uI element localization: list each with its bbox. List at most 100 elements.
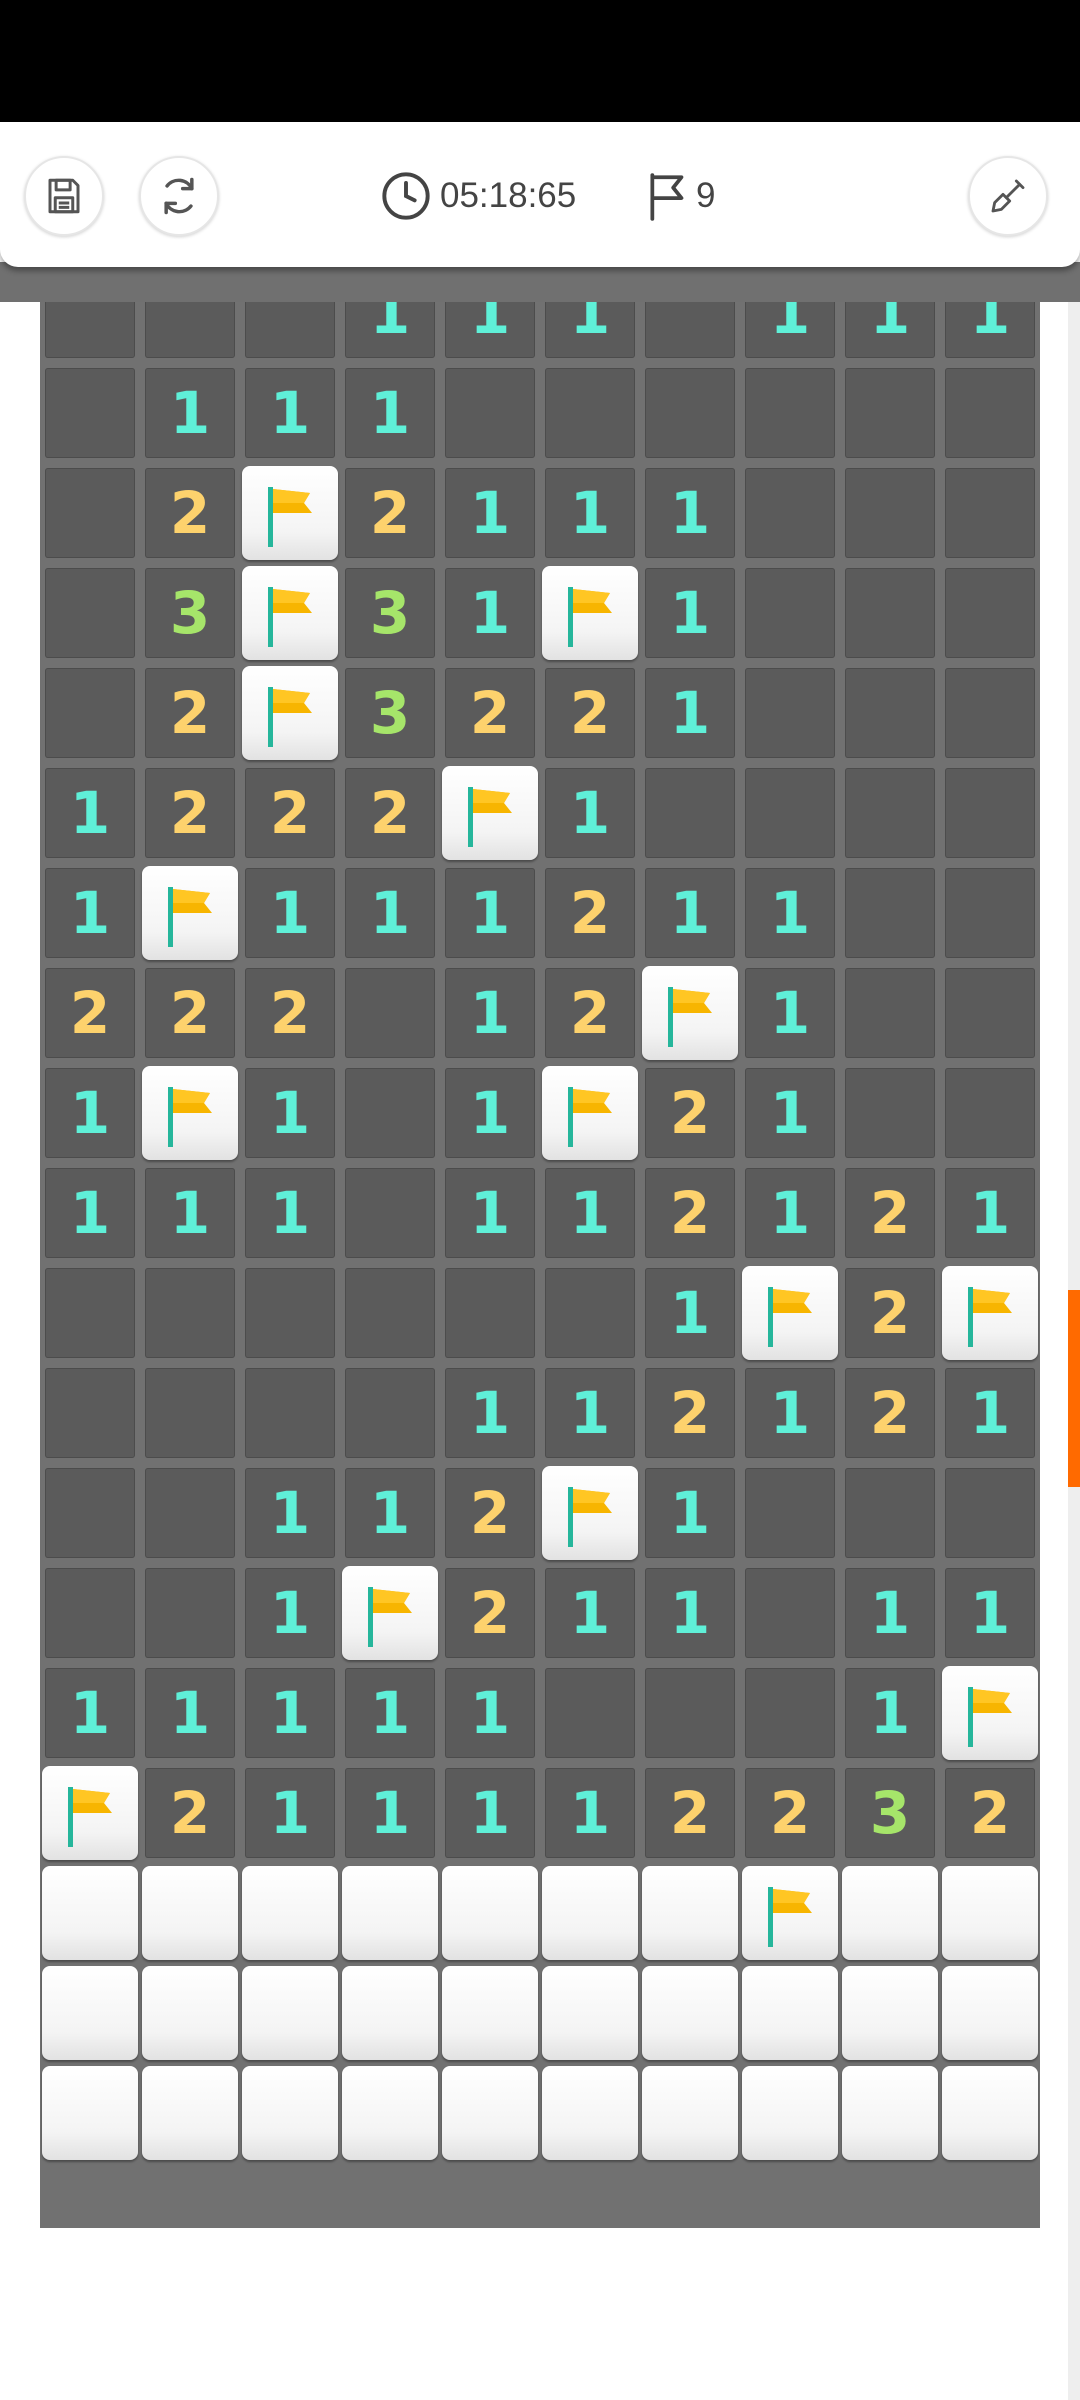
minesweeper-board[interactable]: 1113331111111111221113311232211222111112… xyxy=(40,233,1040,2228)
revealed-empty-cell[interactable] xyxy=(940,363,1040,463)
revealed-number-cell[interactable]: 1 xyxy=(340,363,440,463)
hidden-cell[interactable] xyxy=(240,2063,340,2163)
hidden-cell[interactable] xyxy=(840,2063,940,2163)
revealed-empty-cell[interactable] xyxy=(40,1263,140,1363)
revealed-number-cell[interactable]: 1 xyxy=(40,1163,140,1263)
revealed-number-cell[interactable]: 2 xyxy=(640,1063,740,1163)
revealed-empty-cell[interactable] xyxy=(940,1063,1040,1163)
revealed-number-cell[interactable]: 1 xyxy=(40,763,140,863)
hidden-cell[interactable] xyxy=(940,1963,1040,2063)
flagged-cell[interactable] xyxy=(940,1263,1040,1363)
revealed-number-cell[interactable]: 1 xyxy=(440,1063,540,1163)
hidden-cell[interactable] xyxy=(640,2063,740,2163)
dig-tool-button[interactable] xyxy=(968,156,1048,236)
revealed-number-cell[interactable]: 2 xyxy=(440,663,540,763)
revealed-number-cell[interactable]: 1 xyxy=(340,1763,440,1863)
flagged-cell[interactable] xyxy=(240,563,340,663)
revealed-number-cell[interactable]: 1 xyxy=(740,1363,840,1463)
hidden-cell[interactable] xyxy=(340,2063,440,2163)
revealed-empty-cell[interactable] xyxy=(740,763,840,863)
revealed-number-cell[interactable]: 1 xyxy=(740,863,840,963)
revealed-number-cell[interactable]: 2 xyxy=(440,1463,540,1563)
hidden-cell[interactable] xyxy=(940,1863,1040,1963)
flagged-cell[interactable] xyxy=(140,1063,240,1163)
revealed-empty-cell[interactable] xyxy=(840,563,940,663)
revealed-number-cell[interactable]: 1 xyxy=(940,1563,1040,1663)
revealed-empty-cell[interactable] xyxy=(940,663,1040,763)
revealed-number-cell[interactable]: 1 xyxy=(340,863,440,963)
revealed-number-cell[interactable]: 2 xyxy=(140,963,240,1063)
revealed-number-cell[interactable]: 2 xyxy=(840,1263,940,1363)
revealed-number-cell[interactable]: 1 xyxy=(440,1763,540,1863)
revealed-empty-cell[interactable] xyxy=(740,563,840,663)
revealed-number-cell[interactable]: 1 xyxy=(740,963,840,1063)
revealed-empty-cell[interactable] xyxy=(40,1463,140,1563)
revealed-empty-cell[interactable] xyxy=(340,963,440,1063)
revealed-number-cell[interactable]: 2 xyxy=(640,1363,740,1463)
revealed-empty-cell[interactable] xyxy=(740,1463,840,1563)
revealed-empty-cell[interactable] xyxy=(40,1363,140,1463)
revealed-number-cell[interactable]: 1 xyxy=(540,1763,640,1863)
revealed-number-cell[interactable]: 1 xyxy=(640,1263,740,1363)
revealed-number-cell[interactable]: 2 xyxy=(540,663,640,763)
revealed-number-cell[interactable]: 2 xyxy=(940,1763,1040,1863)
revealed-empty-cell[interactable] xyxy=(540,363,640,463)
revealed-number-cell[interactable]: 1 xyxy=(140,363,240,463)
revealed-number-cell[interactable]: 1 xyxy=(440,963,540,1063)
hidden-cell[interactable] xyxy=(240,1863,340,1963)
hidden-cell[interactable] xyxy=(740,2063,840,2163)
revealed-empty-cell[interactable] xyxy=(940,1463,1040,1563)
revealed-number-cell[interactable]: 2 xyxy=(40,963,140,1063)
revealed-number-cell[interactable]: 2 xyxy=(340,763,440,863)
revealed-number-cell[interactable]: 2 xyxy=(140,663,240,763)
revealed-empty-cell[interactable] xyxy=(340,1163,440,1263)
revealed-number-cell[interactable]: 2 xyxy=(240,763,340,863)
revealed-number-cell[interactable]: 1 xyxy=(640,663,740,763)
revealed-number-cell[interactable]: 1 xyxy=(240,1163,340,1263)
revealed-empty-cell[interactable] xyxy=(140,1563,240,1663)
revealed-number-cell[interactable]: 1 xyxy=(640,1563,740,1663)
revealed-number-cell[interactable]: 1 xyxy=(240,1063,340,1163)
revealed-number-cell[interactable]: 1 xyxy=(540,463,640,563)
hidden-cell[interactable] xyxy=(40,1863,140,1963)
hidden-cell[interactable] xyxy=(440,1863,540,1963)
revealed-number-cell[interactable]: 1 xyxy=(340,1463,440,1563)
revealed-number-cell[interactable]: 3 xyxy=(340,563,440,663)
revealed-number-cell[interactable]: 2 xyxy=(540,863,640,963)
revealed-empty-cell[interactable] xyxy=(440,1263,540,1363)
revealed-number-cell[interactable]: 1 xyxy=(240,1763,340,1863)
revealed-empty-cell[interactable] xyxy=(840,763,940,863)
hidden-cell[interactable] xyxy=(640,1963,740,2063)
flagged-cell[interactable] xyxy=(540,1063,640,1163)
hidden-cell[interactable] xyxy=(640,1863,740,1963)
flagged-cell[interactable] xyxy=(940,1663,1040,1763)
revealed-number-cell[interactable]: 1 xyxy=(540,1363,640,1463)
revealed-empty-cell[interactable] xyxy=(940,863,1040,963)
flagged-cell[interactable] xyxy=(740,1263,840,1363)
revealed-number-cell[interactable]: 2 xyxy=(840,1363,940,1463)
revealed-number-cell[interactable]: 1 xyxy=(840,1663,940,1763)
hidden-cell[interactable] xyxy=(340,1863,440,1963)
revealed-number-cell[interactable]: 2 xyxy=(240,963,340,1063)
revealed-number-cell[interactable]: 2 xyxy=(440,1563,540,1663)
revealed-number-cell[interactable]: 1 xyxy=(740,1063,840,1163)
hidden-cell[interactable] xyxy=(540,1863,640,1963)
revealed-empty-cell[interactable] xyxy=(40,363,140,463)
flagged-cell[interactable] xyxy=(140,863,240,963)
hidden-cell[interactable] xyxy=(440,2063,540,2163)
revealed-number-cell[interactable]: 1 xyxy=(440,563,540,663)
hidden-cell[interactable] xyxy=(140,2063,240,2163)
hidden-cell[interactable] xyxy=(240,1963,340,2063)
hidden-cell[interactable] xyxy=(140,1963,240,2063)
hidden-cell[interactable] xyxy=(40,2063,140,2163)
revealed-empty-cell[interactable] xyxy=(340,1363,440,1463)
revealed-empty-cell[interactable] xyxy=(740,463,840,563)
revealed-empty-cell[interactable] xyxy=(840,1063,940,1163)
flagged-cell[interactable] xyxy=(640,963,740,1063)
hidden-cell[interactable] xyxy=(40,1963,140,2063)
revealed-number-cell[interactable]: 1 xyxy=(40,863,140,963)
revealed-number-cell[interactable]: 1 xyxy=(440,463,540,563)
revealed-empty-cell[interactable] xyxy=(840,963,940,1063)
revealed-empty-cell[interactable] xyxy=(640,363,740,463)
revealed-number-cell[interactable]: 1 xyxy=(240,1663,340,1763)
